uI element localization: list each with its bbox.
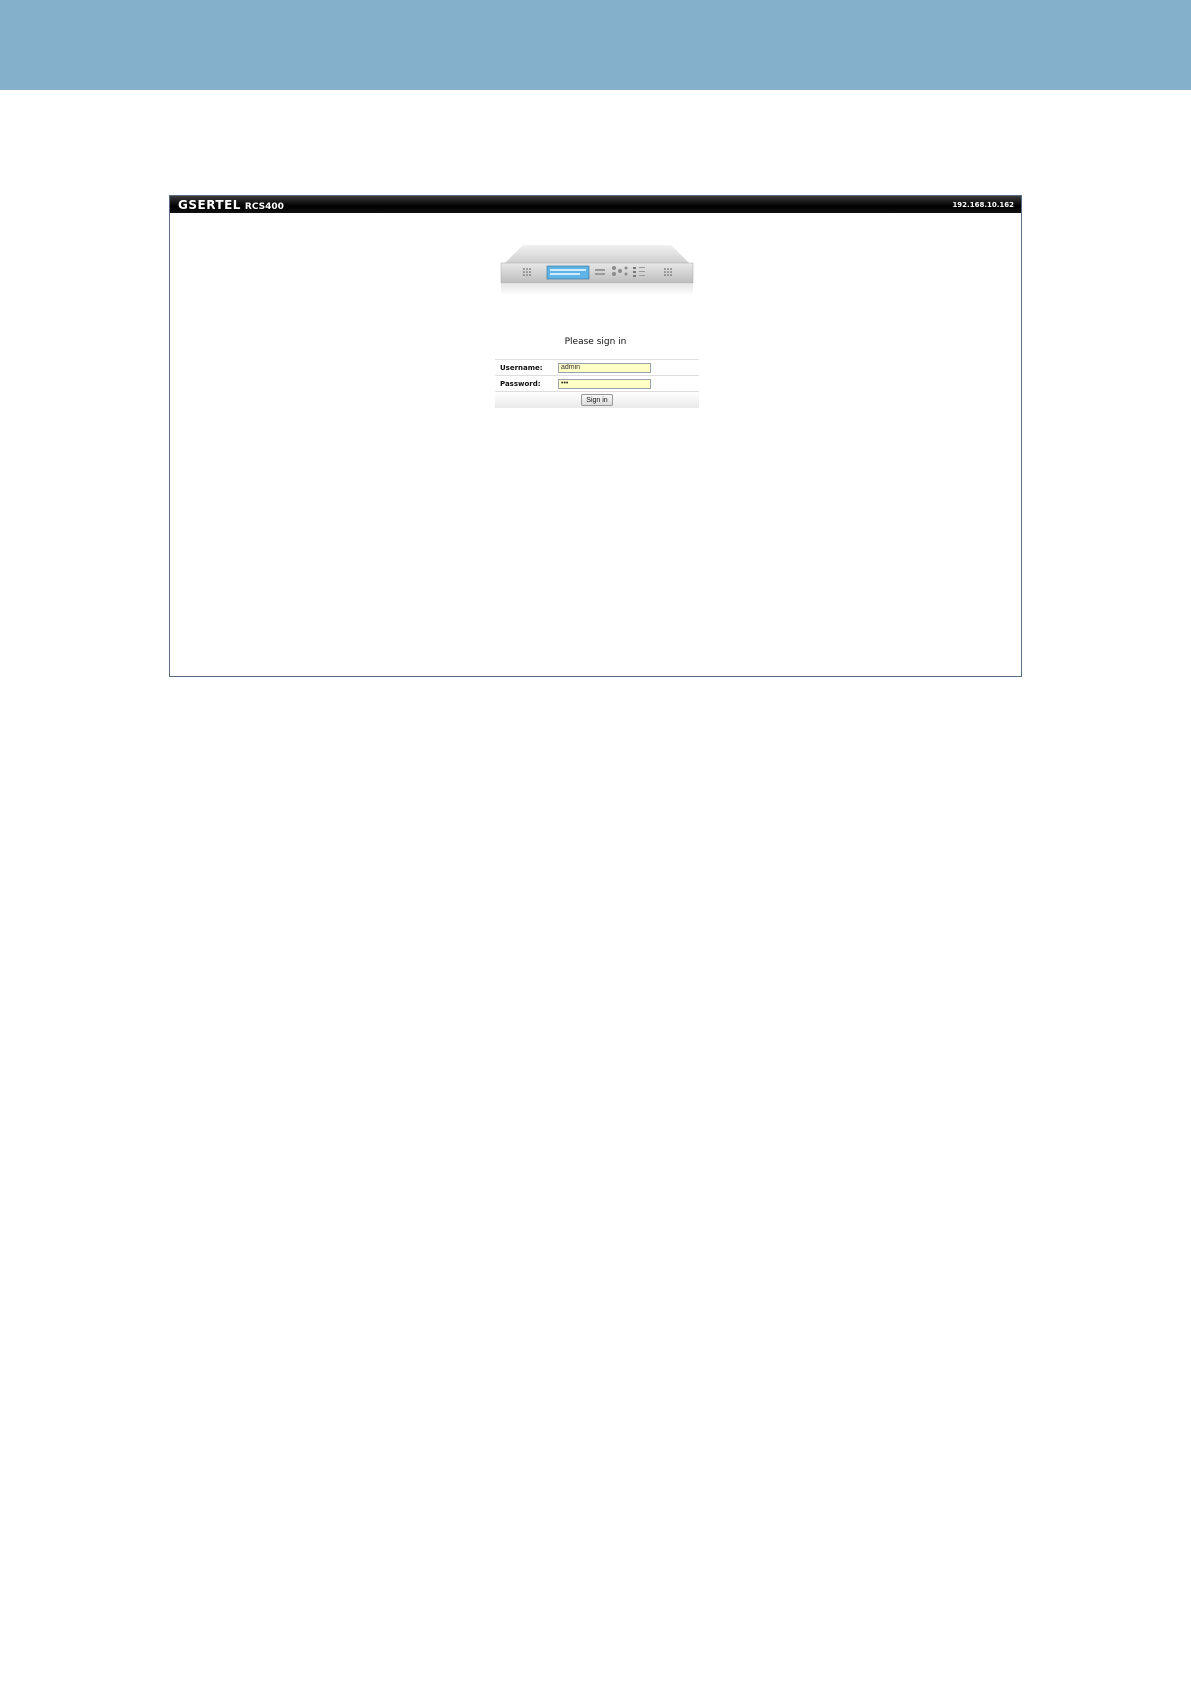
device-model: RCS400 bbox=[244, 201, 284, 212]
password-label: Password: bbox=[500, 379, 541, 388]
header-bar: GSERTEL RCS400 192.168.10.162 bbox=[170, 196, 1021, 213]
password-input[interactable] bbox=[558, 378, 651, 389]
brand-name: GSERTEL bbox=[178, 197, 241, 212]
username-label: Username: bbox=[500, 363, 543, 372]
ip-address: 192.168.10.162 bbox=[952, 200, 1014, 209]
device-image bbox=[500, 245, 694, 295]
top-band bbox=[0, 0, 1191, 90]
browser-window: GSERTEL RCS400 192.168.10.162 Please sig… bbox=[169, 195, 1022, 677]
signin-button[interactable]: Sign in bbox=[581, 394, 613, 406]
login-actions: Sign in bbox=[495, 392, 699, 408]
username-row: Username: bbox=[495, 360, 699, 376]
login-form: Username: Password: Sign in bbox=[495, 359, 699, 408]
brand-logo: GSERTEL RCS400 bbox=[178, 198, 284, 212]
username-input[interactable] bbox=[558, 362, 651, 373]
signin-title: Please sign in bbox=[564, 337, 627, 347]
password-row: Password: bbox=[495, 376, 699, 392]
